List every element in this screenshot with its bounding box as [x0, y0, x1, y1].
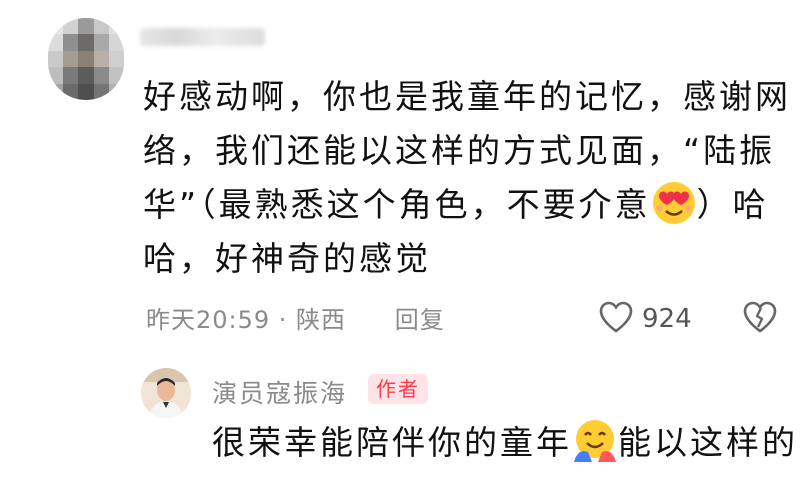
author-reply-end: 能以这样的	[618, 423, 798, 462]
comment-text: 好感动啊，你也是我童年的记忆，感谢网 络，我们还能以这样的方式见面，“陆振 华”…	[143, 70, 791, 286]
blurred-username	[140, 28, 265, 46]
author-avatar[interactable]	[141, 368, 191, 418]
comment-line-3: 华”（最熟悉这个角色，不要介意 ）哈	[143, 178, 783, 232]
like-button[interactable]: 924	[598, 300, 692, 338]
comment-time-location: 昨天20:59 · 陕西	[146, 306, 347, 334]
author-avatar-image	[141, 368, 191, 418]
commenter-avatar[interactable]	[48, 18, 124, 100]
avatar-mosaic	[48, 18, 124, 100]
comment-line-3-text: 华”（最熟悉这个角色，不要介意	[143, 185, 651, 224]
comment-line-1: 好感动啊，你也是我童年的记忆，感谢网	[143, 77, 791, 116]
like-count: 924	[642, 304, 692, 334]
comment-line-2: 络，我们还能以这样的方式见面，“陆振	[143, 131, 776, 170]
reply-button[interactable]: 回复	[395, 306, 445, 334]
heart-outline-icon	[598, 300, 634, 338]
author-name[interactable]: 演员寇振海	[212, 374, 347, 410]
heart-eyes-emoji-icon	[651, 180, 697, 226]
broken-heart-icon	[742, 301, 778, 338]
comment-line-3-tail: ）哈	[696, 185, 769, 224]
comment-meta: 昨天20:59 · 陕西 回复	[146, 300, 445, 335]
author-reply-start: 很荣幸能陪伴你的童年	[212, 423, 572, 462]
hugging-face-emoji-icon	[572, 418, 618, 464]
comment-line-4: 哈，好神奇的感觉	[143, 239, 431, 278]
dislike-button[interactable]	[742, 300, 778, 338]
author-reply-text: 很荣幸能陪伴你的童年 能以这样的	[212, 416, 798, 470]
author-badge: 作者	[368, 374, 428, 404]
